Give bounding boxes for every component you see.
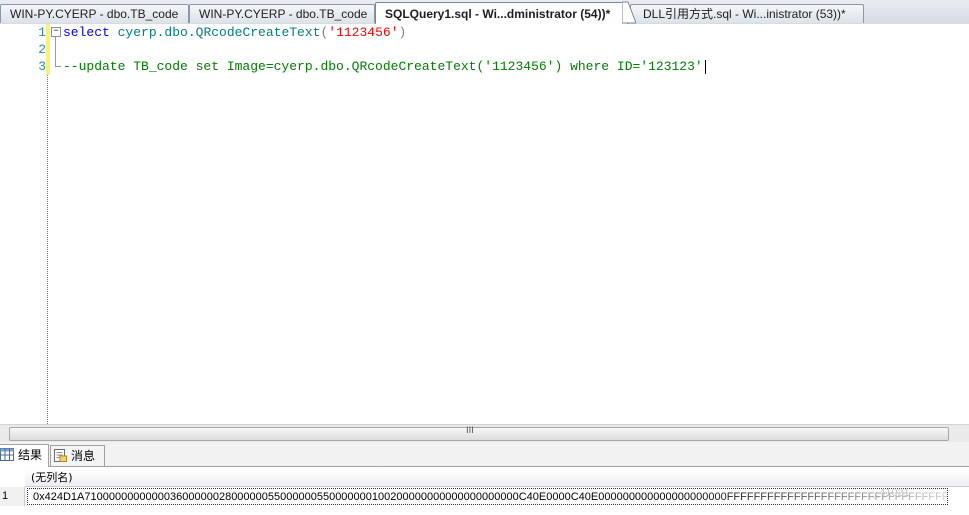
horizontal-scrollbar[interactable]: III	[0, 424, 969, 442]
results-tab-strip: 结果 消息	[0, 442, 969, 467]
row-header[interactable]: 1	[0, 487, 25, 506]
sql-paren: )	[398, 25, 407, 40]
changed-lines-marker	[46, 24, 50, 75]
outline-guide	[55, 37, 56, 66]
outline-guide-end	[55, 66, 61, 67]
line-number: 2	[38, 42, 46, 57]
margin-dotted-line	[47, 75, 48, 424]
tab-label: WIN-PY.CYERP - dbo.TB_code	[199, 7, 368, 21]
tab-tb-code-2[interactable]: WIN-PY.CYERP - dbo.TB_code	[189, 4, 375, 23]
tab-sqlquery1[interactable]: SQLQuery1.sql - Wi...dministrator (54))*	[375, 2, 628, 24]
column-header[interactable]: (无列名)	[25, 469, 969, 487]
sql-keyword: select	[63, 25, 110, 40]
result-cell[interactable]: 0x424D1A71000000000000360000002800000055…	[27, 488, 948, 505]
sql-function-name: cyerp.dbo.QRcodeCreateText	[117, 25, 321, 40]
sql-editor[interactable]: 1 2 3 − select cyerp.dbo.QRcodeCreateTex…	[0, 24, 969, 424]
code-line-3: --update TB_code set Image=cyerp.dbo.QRc…	[63, 58, 706, 75]
line-number: 3	[38, 59, 46, 74]
text-caret	[704, 59, 706, 74]
results-grid[interactable]: (无列名) 1 0x424D1A710000000000003600000028…	[0, 467, 969, 515]
tab-separator-icon	[622, 1, 636, 24]
tab-results-label: 结果	[18, 448, 43, 462]
line-number: 1	[38, 25, 46, 40]
tab-label: WIN-PY.CYERP - dbo.TB_code	[10, 7, 179, 21]
tab-label: SQLQuery1.sql - Wi...dministrator (54))*	[385, 7, 611, 21]
watermark: _41021	[873, 487, 910, 499]
sql-string-literal: '1123456'	[328, 25, 399, 40]
tab-messages-label: 消息	[71, 449, 96, 463]
collapse-region-icon[interactable]: −	[51, 27, 61, 37]
code-line-1: select cyerp.dbo.QRcodeCreateText('11234…	[63, 24, 406, 41]
change-tracking-margin	[46, 24, 50, 424]
sql-comment: --update TB_code set Image=cyerp.dbo.QRc…	[63, 59, 703, 74]
tab-tb-code-1[interactable]: WIN-PY.CYERP - dbo.TB_code	[0, 4, 189, 23]
tab-label: DLL引用方式.sql - Wi...inistrator (53))*	[643, 7, 846, 21]
tab-dll-reference[interactable]: DLL引用方式.sql - Wi...inistrator (53))*	[630, 4, 864, 23]
document-tab-strip: WIN-PY.CYERP - dbo.TB_code WIN-PY.CYERP …	[0, 0, 969, 25]
scrollbar-thumb[interactable]	[9, 427, 949, 441]
tab-messages[interactable]: 消息	[50, 445, 105, 466]
scrollbar-grip-icon: III	[466, 426, 474, 436]
grid-icon	[0, 448, 14, 461]
tab-results[interactable]: 结果	[0, 444, 49, 467]
message-icon	[54, 449, 67, 462]
